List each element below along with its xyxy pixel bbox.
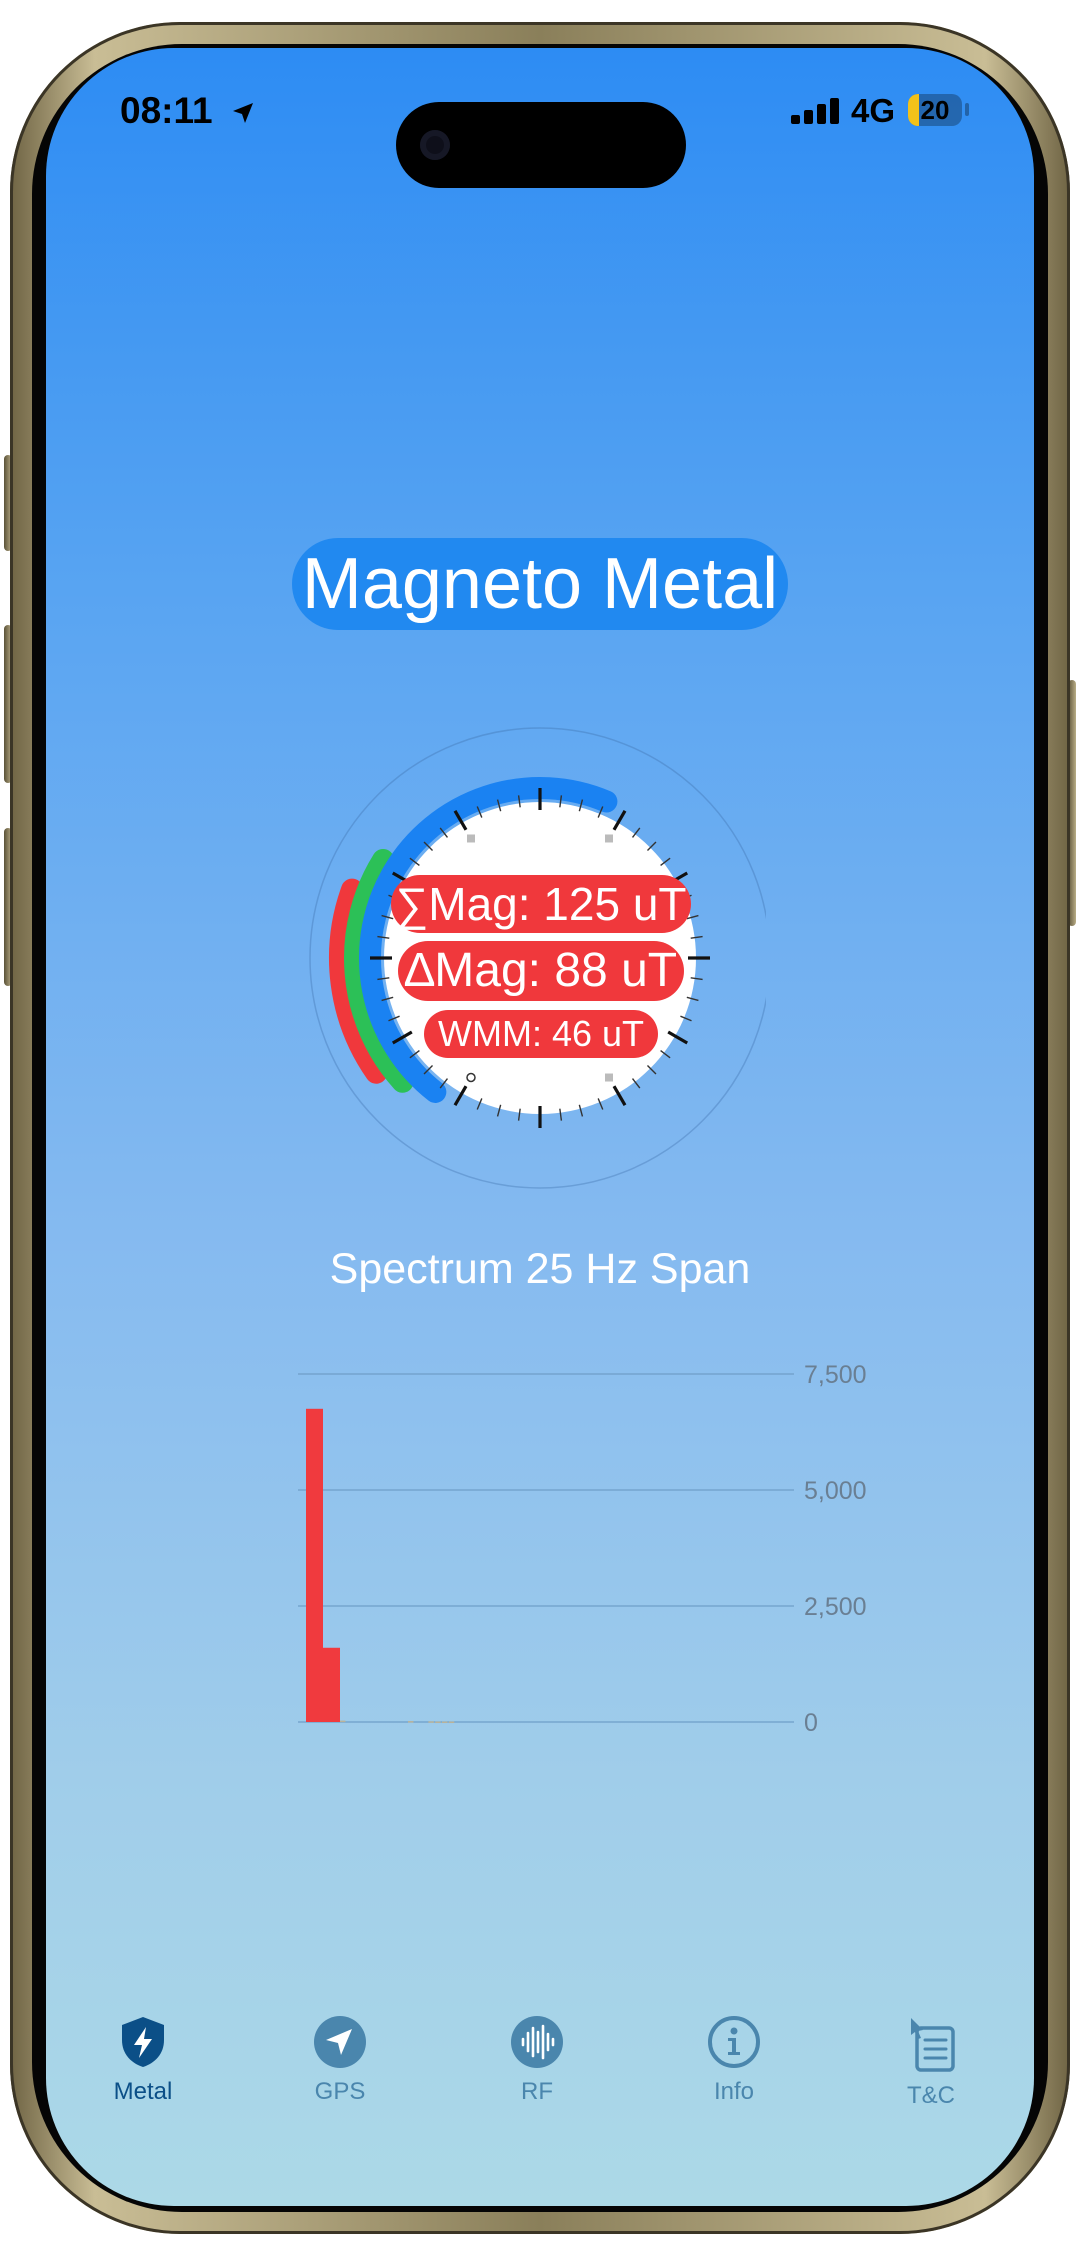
status-time: 08:11 [120,90,213,131]
app-title: Magneto Metal [292,538,788,630]
battery-icon: 20 [908,94,962,126]
sum-magnitude-readout: ∑Mag: 125 uT [391,875,691,933]
spectrum-bar [340,1720,346,1723]
cellular-signal-icon [791,98,839,124]
navigation-arrow-icon [314,2016,366,2068]
spectrum-bar [442,1721,448,1724]
tab-terms[interactable]: T&C [866,2014,996,2110]
gauge-marker [605,834,613,843]
tab-gps[interactable]: GPS [275,2014,405,2106]
spectrum-bar [435,1721,441,1724]
info-circle-icon [708,2016,760,2068]
tab-label: Info [713,2078,755,2105]
tab-label: Metal [113,2078,173,2105]
spectrum-bar [448,1721,455,1724]
screen: 08:11 4G 20 Magneto Metal ∑Mag: 125 uT ∆… [46,48,1034,2206]
tab-label: GPS [314,2078,366,2105]
tab-rf[interactable]: RF [472,2014,602,2106]
spectrum-chart: 7,500 5,000 2,500 0 [298,1361,867,1737]
spectrum-bar [408,1721,414,1723]
spectrum-title: Spectrum 25 Hz Span [329,1245,751,1293]
gauge-marker [605,1073,613,1082]
battery-nub [965,103,969,116]
battery-percentage: 20 [920,95,950,125]
gauge-marker [467,834,475,843]
tab-info[interactable]: Info [669,2014,799,2106]
front-camera-icon [420,130,450,160]
waveform-icon [511,2016,563,2068]
tab-metal[interactable]: Metal [78,2014,208,2106]
spectrum-ytick-label: 0 [804,1709,818,1737]
spectrum-ytick-label: 7,500 [804,1361,867,1389]
network-type: 4G [851,92,896,129]
shield-bolt-icon [122,2017,164,2067]
tab-label: T&C [907,2082,955,2109]
spectrum-ytick-label: 5,000 [804,1477,867,1505]
spectrum-bar [428,1721,434,1723]
spectrum-ytick-label: 2,500 [804,1593,867,1621]
location-arrow-icon [233,103,253,123]
document-list-icon [911,2018,955,2072]
gauge-marker [466,1072,476,1083]
delta-magnitude-readout: ∆Mag: 88 uT [398,941,684,1001]
wmm-readout: WMM: 46 uT [424,1010,658,1058]
tab-label: RF [521,2078,553,2105]
spectrum-bar [306,1408,323,1722]
dynamic-island [396,102,686,188]
spectrum-bar [323,1647,340,1722]
